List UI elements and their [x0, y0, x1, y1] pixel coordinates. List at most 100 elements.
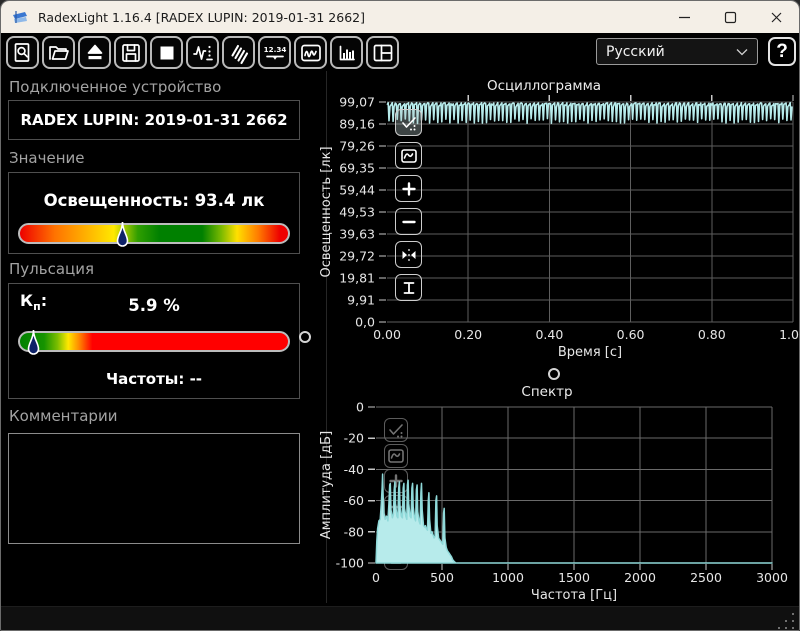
layout-panels-button[interactable] [366, 36, 399, 69]
spectrum-title: Спектр [521, 384, 572, 400]
app-window: RadexLight 1.16.4 [RADEX LUPIN: 2019-01-… [0, 0, 800, 631]
fit-horizontal-icon [399, 245, 419, 265]
osc-y-tick-label: 59,44 [339, 183, 375, 198]
open-folder-icon [47, 41, 71, 65]
oscillogram-fit-vertical-button[interactable] [395, 274, 422, 301]
save-button[interactable] [114, 36, 147, 69]
oscillogram-zoom-in-button[interactable] [395, 175, 422, 202]
illuminance-scale-bar [18, 223, 290, 244]
waveform-settings-icon [191, 41, 215, 65]
osc-y-tick-label: 19,81 [339, 271, 375, 286]
eject-device-button[interactable] [78, 36, 111, 69]
title-bar: RadexLight 1.16.4 [RADEX LUPIN: 2019-01-… [1, 1, 799, 33]
spec-x-tick-label: 1000 [492, 570, 524, 585]
rays-icon [227, 41, 251, 65]
osc-x-tick-label: 1.00 [779, 327, 799, 342]
osc-y-tick-label: 89,16 [339, 117, 375, 132]
spec-y-tick-label: -80 [344, 524, 364, 539]
spectrum-icon [335, 41, 359, 65]
comments-section-header: Комментарии [9, 407, 117, 425]
numeric-display-button[interactable]: 12.34 [258, 36, 291, 69]
spec-y-tick-label: 0 [356, 400, 364, 415]
spec-x-tick-label: 2000 [624, 570, 656, 585]
pulsation-section-header: Пульсация [9, 260, 94, 278]
osc-x-tick-label: 0.60 [617, 327, 645, 342]
osc-y-tick-label: 9,91 [347, 293, 375, 308]
numeric-display-icon: 12.34 [263, 41, 287, 65]
illuminance-reading: Освещенность: 93.4 лк [9, 191, 299, 210]
oscillogram-xlabel: Время [с] [558, 345, 622, 360]
save-icon [119, 41, 143, 65]
left-splitter-handle[interactable] [299, 331, 311, 343]
spec-y-tick-label: -20 [344, 431, 364, 446]
oscillogram-axis-settings-button[interactable] [395, 109, 422, 136]
illuminance-marker [116, 221, 129, 250]
osc-y-tick-label: 69,35 [339, 161, 375, 176]
layout-panels-icon [371, 41, 395, 65]
main-toolbar: 12.34 Русский [1, 33, 799, 69]
spec-x-tick-label: 3000 [756, 570, 788, 585]
pulsation-marker [27, 329, 40, 358]
pulsation-box: Кп: 5.9 % Частоты: -- [8, 283, 300, 399]
kp-value: 5.9 % [9, 296, 299, 315]
spec-y-tick-label: -40 [344, 462, 364, 477]
osc-y-tick-label: 99,07 [339, 95, 375, 110]
osc-x-tick-label: 0.40 [535, 327, 563, 342]
oscillogram-fit-curve-button[interactable] [395, 142, 422, 169]
open-file-button[interactable] [42, 36, 75, 69]
osc-y-tick-label: 29,72 [339, 249, 375, 264]
device-name: RADEX LUPIN: 2019-01-31 2662 [9, 101, 299, 139]
help-label: ? [776, 41, 788, 63]
osc-y-tick-label: 49,53 [339, 205, 375, 220]
search-device-button[interactable] [6, 36, 39, 69]
oscillogram-chart-toolbar [395, 109, 422, 307]
numeric-icon-text: 12.34 [263, 45, 286, 54]
spec-y-tick-label: -100 [336, 556, 364, 571]
stop-icon [155, 41, 179, 65]
fit-vertical-icon [399, 278, 419, 298]
oscillogram-view-button[interactable] [294, 36, 327, 69]
zoom-in-icon [399, 179, 419, 199]
chevron-down-icon [736, 48, 748, 56]
device-section-header: Подключенное устройство [9, 78, 221, 96]
pulsation-mode-button[interactable] [222, 36, 255, 69]
osc-x-tick-label: 0.00 [373, 327, 401, 342]
spectrum-chart[interactable]: СпектрАмплитуда [дБ]0-20-40-60-80-100050… [317, 381, 799, 603]
minimize-button[interactable] [661, 1, 707, 33]
osc-x-tick-label: 0.80 [698, 327, 726, 342]
help-button[interactable]: ? [768, 37, 796, 66]
fit-curve-icon [399, 146, 419, 166]
device-box: RADEX LUPIN: 2019-01-31 2662 [8, 100, 300, 140]
oscillogram-zoom-out-button[interactable] [395, 208, 422, 235]
close-button[interactable] [753, 1, 799, 33]
osc-y-tick-label: 79,26 [339, 139, 375, 154]
app-icon [12, 9, 30, 25]
status-bar [1, 606, 799, 631]
spectrum-xlabel: Частота [Гц] [531, 588, 617, 603]
osc-x-tick-label: 0.20 [454, 327, 482, 342]
value-section-header: Значение [9, 149, 85, 167]
oscillogram-fit-horizontal-button[interactable] [395, 241, 422, 268]
spec-x-tick-label: 500 [430, 570, 454, 585]
osc-y-tick-label: 39,63 [339, 227, 375, 242]
spectrum-view-button[interactable] [330, 36, 363, 69]
zoom-out-icon [399, 212, 419, 232]
spec-y-tick-label: -60 [344, 493, 364, 508]
oscillogram-icon [299, 41, 323, 65]
measurement-settings-button[interactable] [186, 36, 219, 69]
eject-icon [83, 41, 107, 65]
maximize-button[interactable] [707, 1, 753, 33]
comments-input[interactable] [8, 433, 300, 544]
spec-x-tick-label: 0 [372, 570, 380, 585]
oscillogram-chart[interactable]: ОсциллограммаОсвещенность [лк]0,09,9119,… [317, 73, 799, 375]
spec-x-tick-label: 1500 [558, 570, 590, 585]
resize-grip[interactable] [776, 611, 794, 629]
osc-y-tick-label: 0,0 [355, 315, 375, 330]
oscillogram-waveform [387, 103, 792, 124]
oscillogram-ylabel: Освещенность [лк] [319, 146, 334, 277]
language-select[interactable]: Русский [596, 38, 758, 65]
window-title: RadexLight 1.16.4 [RADEX LUPIN: 2019-01-… [38, 10, 365, 25]
stop-button[interactable] [150, 36, 183, 69]
pulsation-scale-bar [18, 331, 290, 352]
spec-x-tick-label: 2500 [690, 570, 722, 585]
